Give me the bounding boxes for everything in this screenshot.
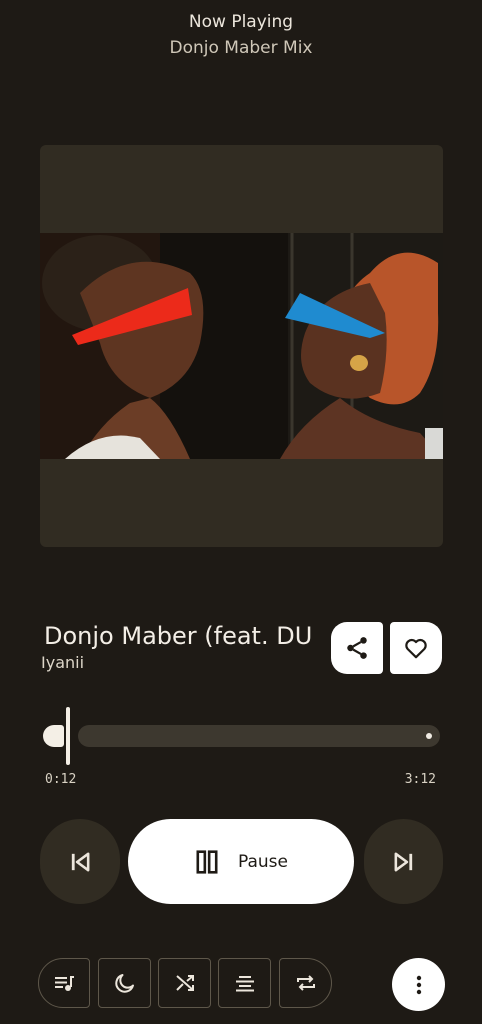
moon-icon [113, 971, 137, 995]
repeat-button[interactable] [279, 958, 332, 1008]
seek-bar-thumb[interactable] [65, 707, 70, 765]
favorite-button[interactable] [390, 622, 442, 674]
share-icon [344, 635, 370, 661]
pause-button[interactable]: Pause [128, 819, 354, 904]
share-button[interactable] [331, 622, 383, 674]
next-button[interactable] [364, 819, 443, 904]
pause-label: Pause [238, 851, 288, 872]
now-playing-title: Now Playing [188, 12, 294, 32]
more-options-button[interactable] [392, 958, 445, 1011]
playlist-name: Donjo Maber Mix [169, 38, 313, 58]
seek-bar-progress [43, 725, 64, 747]
lyrics-button[interactable] [218, 958, 271, 1008]
seek-bar-track[interactable] [78, 725, 440, 747]
track-title-row: Donjo Maber (feat. DUI [44, 618, 314, 654]
more-vertical-icon [407, 973, 431, 997]
total-time: 3:12 [404, 772, 436, 787]
pause-icon [194, 849, 220, 875]
track-artist[interactable]: Iyanii [41, 651, 84, 675]
queue-music-icon [52, 971, 76, 995]
heart-outline-icon [403, 635, 429, 661]
queue-button[interactable] [38, 958, 90, 1008]
lyrics-lines-icon [233, 971, 257, 995]
previous-button[interactable] [40, 819, 120, 904]
shuffle-button[interactable] [158, 958, 211, 1008]
skip-next-icon [390, 848, 418, 876]
shuffle-icon [173, 971, 197, 995]
album-art-card [40, 145, 443, 547]
sleep-timer-button[interactable] [98, 958, 151, 1008]
track-title: Donjo Maber (feat. DUI [44, 622, 314, 650]
seek-bar-end-dot [426, 733, 432, 739]
skip-previous-icon [66, 848, 94, 876]
now-playing-header: Now Playing Donjo Maber Mix [0, 10, 482, 62]
album-art-image [40, 233, 443, 459]
current-time: 0:12 [45, 772, 77, 787]
repeat-icon [294, 971, 318, 995]
